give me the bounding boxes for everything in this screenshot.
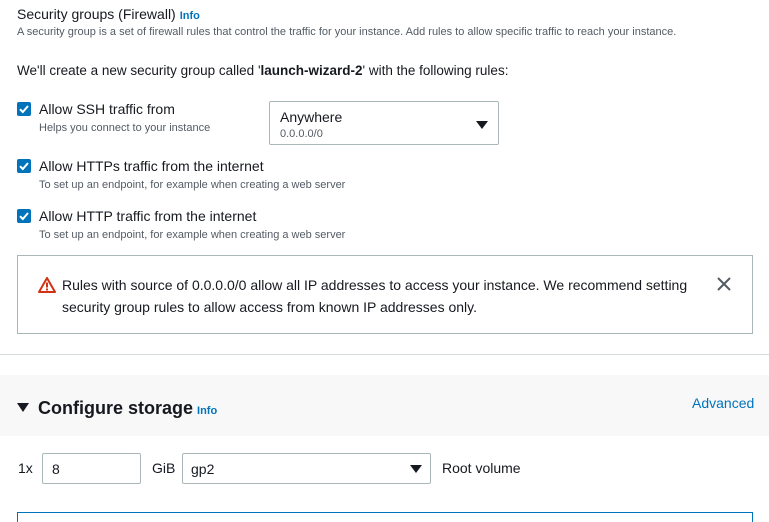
section-divider [0, 354, 769, 355]
security-groups-info-link[interactable]: Info [180, 10, 200, 22]
volume-type-select[interactable]: gp2 [182, 453, 431, 484]
volume-unit: GiB [152, 460, 176, 476]
create-prefix: We'll create a new security group called… [17, 63, 261, 78]
ssh-source-select[interactable]: Anywhere 0.0.0.0/0 [269, 101, 499, 145]
caret-down-icon [476, 121, 488, 129]
caret-down-icon[interactable] [17, 403, 29, 413]
warning-message: Rules with source of 0.0.0.0/0 allow all… [62, 277, 688, 315]
close-icon[interactable] [717, 277, 731, 291]
https-checkbox[interactable] [17, 159, 31, 173]
create-suffix: ' with the following rules: [362, 63, 509, 78]
ssh-source-cidr: 0.0.0.0/0 [280, 128, 323, 140]
advanced-link[interactable]: Advanced [692, 395, 754, 411]
volume-size-input[interactable]: 8 [42, 453, 141, 484]
check-icon [19, 105, 29, 114]
http-checkbox[interactable] [17, 209, 31, 223]
ssh-source-value: Anywhere [280, 109, 343, 125]
security-groups-title: Security groups (Firewall) [17, 6, 176, 22]
configure-storage-title: Configure storage [38, 398, 194, 418]
open-access-warning: Rules with source of 0.0.0.0/0 allow all… [17, 255, 753, 334]
http-rule-label: Allow HTTP traffic from the internet [39, 208, 257, 224]
security-group-create-text: We'll create a new security group called… [17, 63, 508, 78]
storage-info-panel [17, 512, 753, 522]
security-groups-heading: Security groups (Firewall) Info [17, 6, 200, 22]
caret-down-icon [410, 465, 422, 473]
warning-icon [38, 277, 56, 293]
http-rule-help: To set up an endpoint, for example when … [39, 229, 346, 241]
root-volume-label: Root volume [442, 460, 521, 476]
security-groups-description: A security group is a set of firewall ru… [17, 26, 677, 38]
volume-type-value: gp2 [191, 461, 215, 477]
ssh-checkbox[interactable] [17, 102, 31, 116]
check-icon [19, 162, 29, 171]
check-icon [19, 212, 29, 221]
https-rule-label: Allow HTTPs traffic from the internet [39, 158, 264, 174]
ssh-rule-label: Allow SSH traffic from [39, 101, 175, 117]
security-group-name: launch-wizard-2 [260, 63, 363, 78]
ssh-rule-help: Helps you connect to your instance [39, 122, 211, 134]
storage-info-link[interactable]: Info [197, 405, 217, 417]
configure-storage-heading: Configure storage Info [38, 398, 217, 419]
volume-multiplier: 1x [18, 460, 33, 476]
volume-size-value: 8 [52, 461, 60, 477]
https-rule-help: To set up an endpoint, for example when … [39, 179, 346, 191]
